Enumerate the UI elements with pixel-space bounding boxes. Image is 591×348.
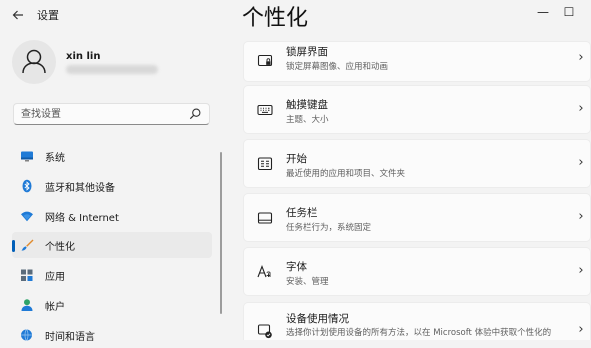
card-lock-screen[interactable]: 锁屏界面 锁定屏幕图像、应用和动画 ›: [243, 41, 591, 82]
person-icon: [22, 49, 46, 74]
chevron-right-icon: ›: [578, 101, 584, 116]
sidebar-item-system[interactable]: 系统: [12, 143, 212, 169]
selection-indicator: [12, 240, 15, 252]
sidebar-item-time-language[interactable]: 时间和语言: [12, 322, 212, 348]
sidebar-item-bluetooth[interactable]: 蓝牙和其他设备: [12, 173, 212, 199]
sidebar-item-personalization[interactable]: 个性化: [12, 232, 212, 258]
card-title: 触摸键盘: [286, 99, 328, 111]
chevron-right-icon: ›: [578, 322, 584, 337]
person-icon: [21, 299, 33, 311]
card-title: 字体: [286, 261, 307, 273]
sidebar-item-label: 应用: [45, 272, 65, 283]
back-button[interactable]: [10, 8, 26, 24]
card-subtitle: 任务栏行为，系统固定: [286, 223, 372, 233]
minimize-icon: —: [537, 5, 549, 19]
sidebar-item-network[interactable]: 网络 & Internet: [12, 203, 212, 229]
chevron-right-icon: ›: [578, 155, 584, 170]
chevron-right-icon: ›: [578, 209, 584, 224]
apps-icon: [21, 269, 33, 281]
sidebar-item-accounts[interactable]: 帐户: [12, 292, 212, 318]
search-icon[interactable]: [188, 107, 202, 121]
keyboard-icon: [257, 104, 273, 116]
card-subtitle: 安装、管理: [286, 277, 329, 287]
avatar[interactable]: [12, 40, 56, 84]
bluetooth-icon: [22, 179, 32, 193]
card-title: 设备使用情况: [286, 313, 349, 325]
card-touch-keyboard[interactable]: 触摸键盘 主题、大小 ›: [243, 85, 591, 134]
lock-screen-icon: [257, 54, 273, 67]
brush-icon: [21, 239, 34, 251]
card-subtitle: 最近使用的应用和项目、文件夹: [286, 169, 406, 179]
wifi-icon: [21, 211, 33, 222]
sidebar-item-label: 系统: [45, 153, 65, 164]
sidebar-item-label: 时间和语言: [45, 332, 95, 343]
device-usage-icon: [257, 324, 272, 339]
search-box[interactable]: [13, 103, 210, 125]
card-device-usage[interactable]: 设备使用情况 选择你计划使用设备的所有方法，以在 Microsoft 体验中获取…: [243, 302, 591, 340]
card-title: 开始: [286, 153, 307, 165]
card-fonts[interactable]: 字体 安装、管理 ›: [243, 247, 591, 296]
maximize-button[interactable]: ☐: [560, 3, 578, 21]
arrow-left-icon: [12, 10, 23, 20]
sidebar-item-label: 网络 & Internet: [45, 213, 119, 224]
app-title: 设置: [37, 9, 59, 22]
card-title: 任务栏: [286, 207, 318, 219]
card-title: 锁屏界面: [286, 46, 328, 58]
sidebar-item-label: 个性化: [45, 242, 75, 253]
card-subtitle: 锁定屏幕图像、应用和动画: [286, 62, 389, 72]
start-icon: [257, 157, 273, 171]
chevron-right-icon: ›: [578, 263, 584, 278]
user-name: xin lin: [66, 51, 101, 62]
taskbar-icon: [257, 212, 273, 224]
chevron-right-icon: ›: [578, 50, 584, 65]
sidebar-item-label: 帐户: [45, 302, 65, 313]
card-subtitle: 选择你计划使用设备的所有方法，以在 Microsoft 体验中获取个性化的: [286, 328, 552, 338]
card-start[interactable]: 开始 最近使用的应用和项目、文件夹 ›: [243, 139, 591, 188]
user-email-redacted: [66, 65, 158, 74]
card-taskbar[interactable]: 任务栏 任务栏行为，系统固定 ›: [243, 193, 591, 242]
maximize-icon: ☐: [563, 5, 575, 19]
minimize-button[interactable]: —: [534, 3, 552, 21]
font-icon: [257, 264, 271, 278]
sidebar-item-label: 蓝牙和其他设备: [45, 183, 115, 194]
page-title: 个性化: [242, 6, 309, 31]
monitor-icon: [21, 151, 33, 162]
sidebar-item-apps[interactable]: 应用: [12, 262, 212, 288]
sidebar-scrollbar[interactable]: [220, 152, 222, 314]
search-input[interactable]: [21, 107, 186, 122]
card-subtitle: 主题、大小: [286, 115, 329, 125]
